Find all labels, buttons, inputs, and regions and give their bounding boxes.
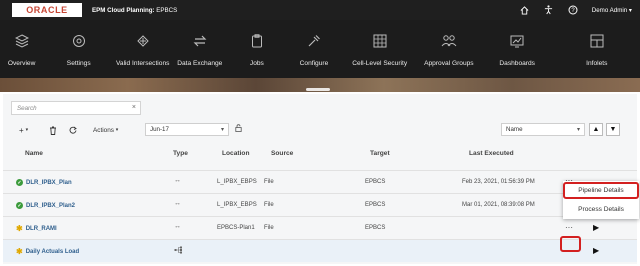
nav-configure[interactable]: Configure (285, 20, 342, 78)
source-cell: File (264, 202, 274, 208)
nav-infolets[interactable]: Infolets (554, 20, 640, 78)
more-actions-highlight (560, 236, 581, 252)
nav-settings[interactable]: Settings (43, 20, 114, 78)
new-status-star-icon: ✱ (16, 224, 23, 233)
transfer-type-icon: ↔ (174, 223, 181, 230)
nav-valid-intersections[interactable]: Valid Intersections (114, 20, 171, 78)
lock-icon[interactable] (235, 124, 242, 134)
location-cell: EPBCS-Plan1 (217, 225, 255, 231)
transfer-type-icon: ↔ (174, 177, 181, 184)
menu-item-process-details[interactable]: Process Details (563, 201, 639, 218)
delete-icon[interactable] (49, 124, 57, 136)
add-icon[interactable]: + ▾ (19, 124, 28, 136)
target-cell: EPBCS (365, 202, 386, 208)
help-icon[interactable]: ? (568, 5, 578, 15)
success-status-icon: ✓ (16, 202, 23, 209)
table-row[interactable]: ✓ DLR_IPBX_Plan2 ↔ L_IPBX_EBPS File EPBC… (3, 193, 637, 216)
integration-name[interactable]: DLR_IPBX_Plan (26, 180, 72, 186)
main-content: Search × + ▾ Actions ▾ Jun-17 ▾ Name ▾ ▲ ▼… (3, 94, 637, 264)
sort-field-select[interactable]: Name ▾ (501, 123, 585, 136)
nav-overview[interactable]: Overview (0, 20, 43, 78)
nav-jobs[interactable]: Jobs (228, 20, 285, 78)
overview-icon (14, 33, 30, 49)
settings-icon (71, 33, 87, 49)
top-bar: ORACLE EPM Cloud Planning: EPBCS ? Demo … (0, 0, 640, 20)
column-type[interactable]: Type (173, 150, 188, 157)
nav-data-exchange[interactable]: Data Exchange (171, 20, 228, 78)
accessibility-icon[interactable] (544, 5, 554, 15)
period-select[interactable]: Jun-17 ▾ (145, 123, 229, 136)
column-source[interactable]: Source (271, 150, 293, 157)
column-target[interactable]: Target (370, 150, 390, 157)
column-location[interactable]: Location (222, 150, 249, 157)
home-icon[interactable] (520, 5, 530, 15)
jobs-icon (249, 33, 265, 49)
table-row[interactable]: ✓ DLR_IPBX_Plan ↔ L_IPBX_EBPS File EPBCS… (3, 170, 637, 193)
source-cell: File (264, 179, 274, 185)
source-cell: File (264, 225, 274, 231)
toolbar: + ▾ Actions ▾ Jun-17 ▾ Name ▾ ▲ ▼ (3, 120, 637, 140)
valid-intersections-icon (135, 33, 151, 49)
actions-menu[interactable]: Actions ▾ (93, 124, 118, 136)
table-row[interactable]: ✱ Daily Actuals Load ··· ▶ (3, 239, 637, 262)
column-name[interactable]: Name (25, 150, 43, 157)
success-status-icon: ✓ (16, 179, 23, 186)
integration-name[interactable]: DLR_RAMI (26, 226, 57, 232)
target-cell: EPBCS (365, 225, 386, 231)
column-last-executed[interactable]: Last Executed (469, 150, 514, 157)
pipeline-type-icon (174, 246, 183, 256)
panel-drag-handle[interactable] (306, 88, 330, 91)
nav-dashboards[interactable]: Dashboards (481, 20, 554, 78)
sort-descending-button[interactable]: ▼ (606, 123, 620, 136)
app-title: EPM Cloud Planning: EPBCS (92, 6, 178, 14)
search-input[interactable]: Search × (11, 101, 141, 115)
run-icon[interactable]: ▶ (593, 246, 599, 255)
data-exchange-icon (192, 33, 208, 49)
target-cell: EPBCS (365, 179, 386, 185)
infolets-icon (589, 33, 605, 49)
refresh-icon[interactable] (69, 124, 77, 136)
menu-item-pipeline-details[interactable]: Pipeline Details (563, 182, 639, 199)
approval-groups-icon (441, 33, 457, 49)
dashboards-icon (509, 33, 525, 49)
nav-strip: Overview Settings Valid Intersections Da… (0, 20, 640, 78)
nav-approval-groups[interactable]: Approval Groups (417, 20, 481, 78)
location-cell: L_IPBX_EBPS (217, 202, 257, 208)
more-actions-menu: Pipeline Details Process Details (563, 181, 639, 219)
new-status-star-icon: ✱ (16, 247, 23, 256)
cell-level-security-icon (372, 33, 388, 49)
chevron-down-icon: ▾ (576, 127, 580, 133)
clear-search-icon[interactable]: × (132, 104, 136, 111)
configure-icon (306, 33, 322, 49)
run-icon[interactable]: ▶ (593, 223, 599, 232)
integration-name[interactable]: DLR_IPBX_Plan2 (26, 203, 75, 209)
last-executed-cell: Mar 01, 2021, 08:39:08 PM (462, 202, 535, 208)
chevron-down-icon: ▾ (220, 127, 224, 133)
table-header: Name Type Location Source Target Last Ex… (3, 146, 637, 160)
table-row[interactable]: ✱ DLR_RAMI ↔ EPBCS-Plan1 File EPBCS ··· … (3, 216, 637, 239)
oracle-logo: ORACLE (12, 3, 82, 17)
sort-ascending-button[interactable]: ▲ (589, 123, 603, 136)
integration-name[interactable]: Daily Actuals Load (26, 249, 79, 255)
more-actions-icon[interactable]: ··· (565, 223, 573, 232)
transfer-type-icon: ↔ (174, 200, 181, 207)
last-executed-cell: Feb 23, 2021, 01:56:39 PM (462, 179, 535, 185)
nav-cell-level-security[interactable]: Cell-Level Security (342, 20, 416, 78)
user-menu[interactable]: Demo Admin ▾ (592, 7, 632, 14)
location-cell: L_IPBX_EBPS (217, 179, 257, 185)
